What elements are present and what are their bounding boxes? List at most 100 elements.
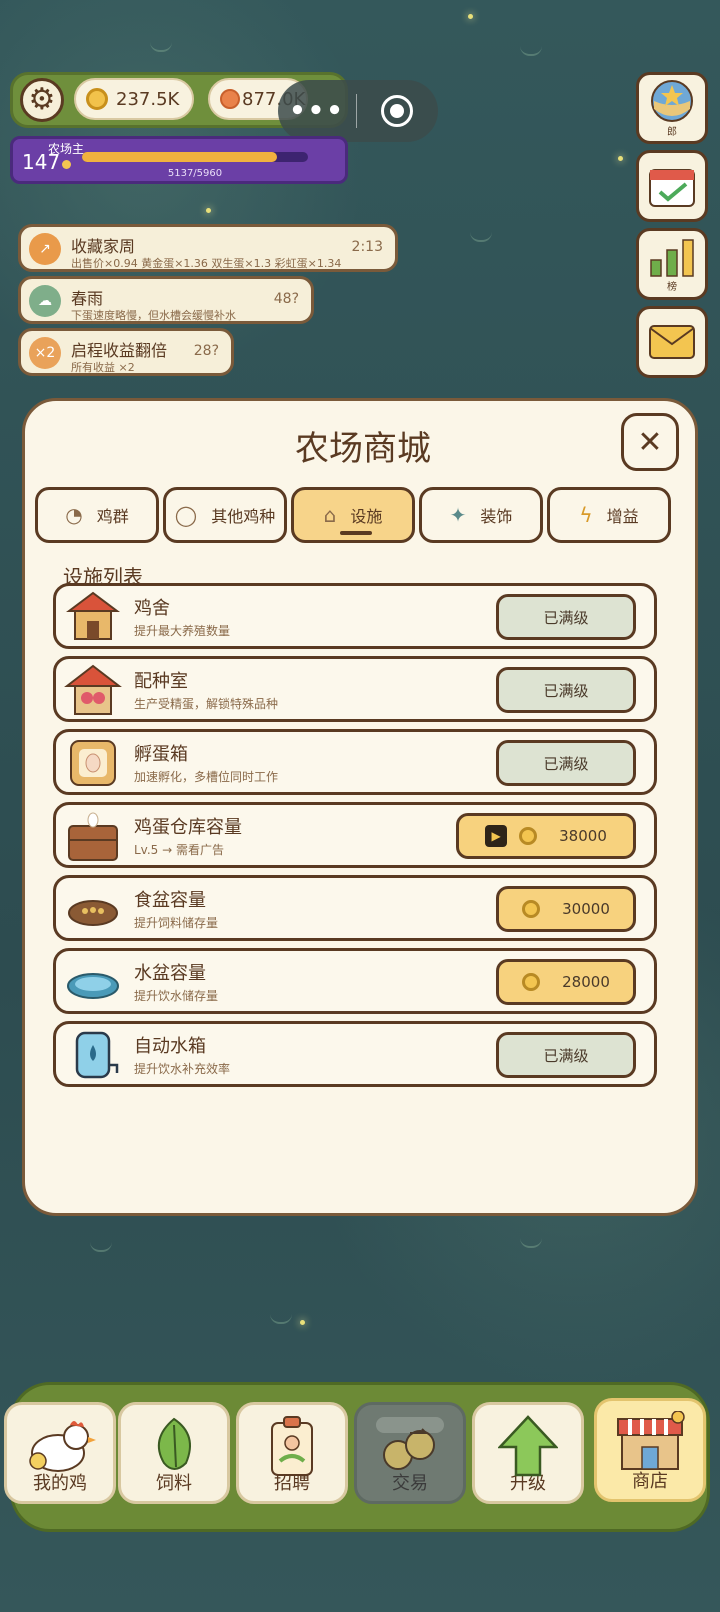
- event-notice[interactable]: ↗ 收藏家周 出售价×0.94 黄金蛋×1.36 双生蛋×1.3 彩虹蛋×1.3…: [18, 224, 398, 272]
- dialog-title: 农场商城: [295, 429, 431, 469]
- coin-counter: 237.5K: [74, 78, 194, 120]
- coin-icon: [522, 973, 541, 991]
- tab-label: 鸡群: [96, 507, 129, 526]
- maxed-button[interactable]: 已满级: [496, 740, 636, 786]
- level-dot-icon: [62, 160, 71, 169]
- breeding-room-icon: [58, 661, 128, 719]
- nav-recruit[interactable]: 招聘: [236, 1402, 348, 1504]
- shop-dialog: 农场商城 ✕ ◔ 鸡群 ◯ 其他鸡种 ⌂ 设施 ✦ 装饰 ϟ 增益 设施列表 鸡…: [22, 398, 698, 1216]
- leaderboard-button[interactable]: 榜: [636, 228, 708, 300]
- row-subtitle: 提升最大养殖数量: [134, 624, 231, 638]
- food-bowl-icon: [58, 880, 128, 938]
- buy-button[interactable]: 28000: [496, 959, 636, 1005]
- close-miniprogram-button[interactable]: [357, 95, 437, 127]
- target-icon: [381, 95, 413, 127]
- row-subtitle: 生产受精蛋，解锁特殊品种: [134, 697, 279, 711]
- firefly: [618, 156, 623, 161]
- row-title: 鸡舍: [134, 598, 170, 619]
- double-icon: ×2: [29, 337, 61, 369]
- firefly: [300, 1320, 305, 1325]
- nav-feed[interactable]: 饲料: [118, 1402, 230, 1504]
- row-title: 自动水箱: [134, 1036, 206, 1057]
- up-arrow-icon: [475, 1415, 581, 1477]
- xp-fill: [82, 152, 277, 162]
- calendar-button[interactable]: [636, 150, 708, 222]
- more-menu-button[interactable]: •••: [278, 96, 356, 126]
- event-notice[interactable]: ×2 启程收益翻倍 所有收益 ×2 28?: [18, 328, 234, 376]
- bar-chart-icon: [650, 238, 694, 277]
- incubator-icon: [58, 734, 128, 792]
- water-bowl-icon: [58, 953, 128, 1011]
- shop-icon: [597, 1411, 703, 1473]
- tab-label: 增益: [606, 507, 639, 526]
- row-subtitle: 提升饮水储存量: [134, 989, 219, 1003]
- nav-upgrade[interactable]: 升级: [472, 1402, 584, 1504]
- buy-button[interactable]: 30000: [496, 886, 636, 932]
- water-tank-icon: [58, 1026, 128, 1084]
- coin-icon: [522, 900, 541, 918]
- mail-icon: [649, 325, 695, 359]
- firefly: [206, 208, 211, 213]
- leaf-icon: [121, 1415, 227, 1475]
- video-play-icon: ▶: [485, 825, 508, 847]
- nav-my-chickens[interactable]: 我的鸡: [4, 1402, 116, 1504]
- notice-title: 启程收益翻倍: [71, 341, 168, 360]
- badge-icon: [239, 1415, 345, 1479]
- notice-title: 收藏家周: [71, 237, 136, 256]
- notice-subtitle: 所有收益 ×2: [71, 361, 135, 374]
- row-title: 配种室: [134, 671, 188, 692]
- trade-icon: [357, 1415, 463, 1473]
- row-title: 鸡蛋仓库容量: [134, 817, 242, 838]
- side-label: 榜: [667, 281, 677, 293]
- nav-trade[interactable]: 交易: [354, 1402, 466, 1504]
- row-title: 孵蛋箱: [134, 744, 188, 765]
- notice-timer: 48?: [273, 291, 299, 307]
- notice-subtitle: 下蛋速度略慢，但水槽会缓慢补水: [71, 309, 236, 322]
- miniprogram-capsule: •••: [278, 80, 438, 142]
- firefly: [468, 14, 473, 19]
- hen-icon: [7, 1415, 113, 1473]
- tab-facilities[interactable]: ⌂ 设施: [291, 487, 415, 543]
- maxed-button[interactable]: 已满级: [496, 667, 636, 713]
- globe-badge-icon: [651, 79, 693, 122]
- close-button[interactable]: ✕: [621, 413, 679, 471]
- notice-timer: 28?: [193, 343, 219, 359]
- house-icon: ⌂: [323, 503, 337, 527]
- player-title: 农场主: [48, 142, 85, 156]
- mail-button[interactable]: [636, 306, 708, 378]
- facility-row-food-bowl: 食盆容量 提升饲料储存量 30000: [53, 875, 657, 941]
- maxed-button[interactable]: 已满级: [496, 1032, 636, 1078]
- gem-icon: [220, 89, 240, 109]
- facility-row-water-bowl: 水盆容量 提升饮水储存量 28000: [53, 948, 657, 1014]
- facility-row-egg-storage: 鸡蛋仓库容量 Lv.5 → 需看广告 ▶ 38000: [53, 802, 657, 868]
- chick-icon: ◔: [65, 503, 83, 527]
- settings-gear-icon[interactable]: ⚙: [20, 78, 64, 122]
- facility-row-water-tank: 自动水箱 提升饮水补充效率 已满级: [53, 1021, 657, 1087]
- facility-row-incubator: 孵蛋箱 加速孵化，多槽位同时工作 已满级: [53, 729, 657, 795]
- xp-text: 5137/5960: [167, 168, 223, 179]
- cloud-icon: ☁: [29, 285, 61, 317]
- tab-boosts[interactable]: ϟ 增益: [547, 487, 671, 543]
- side-label: 郎: [667, 126, 677, 138]
- lightning-icon: ϟ: [579, 503, 593, 527]
- coop-icon: [58, 588, 128, 646]
- chicken-icon: ◯: [174, 503, 198, 527]
- coin-amount: 237.5K: [116, 88, 180, 110]
- event-notice[interactable]: ☁ 春雨 下蛋速度略慢，但水槽会缓慢补水 48?: [18, 276, 314, 324]
- notice-timer: 2:13: [351, 239, 383, 255]
- row-subtitle: Lv.5 → 需看广告: [134, 843, 224, 857]
- calendar-check-icon: [649, 169, 695, 207]
- tab-decor[interactable]: ✦ 装饰: [419, 487, 543, 543]
- tab-flock[interactable]: ◔ 鸡群: [35, 487, 159, 543]
- row-title: 食盆容量: [134, 890, 206, 911]
- maxed-button[interactable]: 已满级: [496, 594, 636, 640]
- facility-row-coop: 鸡舍 提升最大养殖数量 已满级: [53, 583, 657, 649]
- tab-label: 装饰: [480, 507, 513, 526]
- globe-button[interactable]: 郎: [636, 72, 708, 144]
- tab-other-breeds[interactable]: ◯ 其他鸡种: [163, 487, 287, 543]
- watch-ad-buy-button[interactable]: ▶ 38000: [456, 813, 636, 859]
- close-icon: ✕: [637, 424, 663, 460]
- nav-shop[interactable]: 商店: [594, 1398, 706, 1502]
- facility-row-breeding: 配种室 生产受精蛋，解锁特殊品种 已满级: [53, 656, 657, 722]
- notice-subtitle: 出售价×0.94 黄金蛋×1.36 双生蛋×1.3 彩虹蛋×1.34: [71, 257, 342, 270]
